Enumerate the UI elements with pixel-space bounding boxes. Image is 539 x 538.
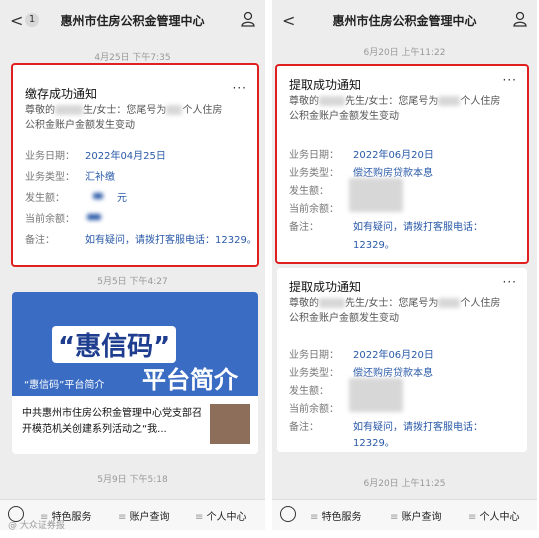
article-item[interactable]: 中共惠州市住房公积金管理中心党支部召开模范机关创建系列活动之“我... <box>12 396 258 454</box>
article-thumbnail <box>210 404 250 444</box>
type-value: 偿还购房贷款本息 <box>353 168 433 179</box>
timestamp: 6月20日 上午11:22 <box>363 48 446 58</box>
timestamp: 5月5日 下午4:27 <box>97 277 168 287</box>
user-icon[interactable] <box>513 11 527 27</box>
remark-value: 如有疑问，请拨打客服电话：12329。 <box>85 235 257 246</box>
withdrawal-notice-card[interactable]: 提取成功通知 ··· 尊敬的 先生/女士：您尾号为 个人住房 公积金账户金额发生变动… <box>277 268 527 452</box>
user-icon[interactable] <box>241 11 255 27</box>
remark-phone: 12329。 <box>353 438 395 449</box>
balance-label: 当前余额： <box>289 204 339 215</box>
date-value: 2022年04月25日 <box>85 151 166 162</box>
page-title: 惠州市住房公积金管理中心 <box>332 14 477 28</box>
remark-label: 备注： <box>289 222 319 233</box>
page-title: 惠州市住房公积金管理中心 <box>60 14 205 28</box>
menu-item-personal[interactable]: 个人中心 <box>195 508 247 523</box>
more-icon[interactable]: ··· <box>503 73 517 87</box>
remark-value: 如有疑问，请拨打客服电话： <box>353 422 483 433</box>
amount-label: 发生额： <box>25 193 65 204</box>
bottom-menu: 特色服务 账户查询 个人中心 <box>272 499 537 530</box>
card-body: 尊敬的 生/女士：您尾号为 个人住房 公积金账户金额发生变动 <box>25 105 223 131</box>
amount-label: 发生额： <box>289 386 329 397</box>
type-label: 业务类型： <box>25 172 75 183</box>
date-value: 2022年06月20日 <box>353 150 434 161</box>
card-body: 尊敬的 先生/女士：您尾号为 个人住房 公积金账户金额发生变动 <box>289 96 501 122</box>
balance-label: 当前余额： <box>289 404 339 415</box>
left-header: < 1 惠州市住房公积金管理中心 <box>0 0 265 40</box>
date-value: 2022年06月20日 <box>353 350 434 361</box>
date-label: 业务日期： <box>289 350 339 361</box>
remark-label: 备注： <box>289 422 319 433</box>
type-label: 业务类型： <box>289 168 339 179</box>
timestamp: 6月20日 上午11:25 <box>363 479 446 489</box>
date-label: 业务日期： <box>25 151 75 162</box>
menu-item-account[interactable]: 账户查询 <box>118 508 170 523</box>
banner-headline: “惠信码” <box>52 326 177 363</box>
menu-item-account[interactable]: 账户查询 <box>390 508 442 523</box>
amount-label: 发生额： <box>289 186 329 197</box>
deposit-notice-card[interactable]: 缴存成功通知 ··· 尊敬的 生/女士：您尾号为 个人住房 公积金账户金额发生变动 … <box>11 63 259 267</box>
timestamp: 5月9日 下午5:18 <box>97 475 168 485</box>
card-title: 提取成功通知 <box>289 78 362 92</box>
banner-subheadline: 平台简介 <box>142 366 238 394</box>
article-title: 中共惠州市住房公积金管理中心党支部召开模范机关创建系列活动之“我... <box>22 408 202 435</box>
more-icon[interactable]: ··· <box>233 81 247 95</box>
remark-label: 备注： <box>25 235 55 246</box>
card-title: 提取成功通知 <box>289 280 362 294</box>
balance-label: 当前余额： <box>25 214 75 225</box>
type-label: 业务类型： <box>289 368 339 379</box>
watermark: @ 大众证券报 <box>8 521 65 531</box>
date-label: 业务日期： <box>289 150 339 161</box>
remark-value: 如有疑问，请拨打客服电话： <box>353 222 483 233</box>
right-screen: < 惠州市住房公积金管理中心 6月20日 上午11:22 提取成功通知 ··· … <box>272 0 537 530</box>
type-value: 偿还购房贷款本息 <box>353 368 433 379</box>
banner-caption: “惠信码”平台简介 <box>24 380 105 391</box>
keyboard-icon[interactable] <box>280 506 296 522</box>
timestamp: 4月25日 下午7:35 <box>94 53 171 63</box>
menu-item-personal[interactable]: 个人中心 <box>468 508 520 523</box>
amount-value: 元 <box>117 193 127 204</box>
menu-item-features[interactable]: 特色服务 <box>310 508 362 523</box>
withdrawal-notice-card[interactable]: 提取成功通知 ··· 尊敬的 先生/女士：您尾号为 个人住房 公积金账户金额发生变动… <box>275 64 529 264</box>
article-banner[interactable]: “惠信码” 平台简介 “惠信码”平台简介 <box>12 292 258 396</box>
remark-phone: 12329。 <box>353 240 395 251</box>
card-body: 尊敬的 先生/女士：您尾号为 个人住房 公积金账户金额发生变动 <box>289 298 501 324</box>
more-icon[interactable]: ··· <box>503 275 517 289</box>
type-value: 汇补缴 <box>85 172 115 183</box>
card-title: 缴存成功通知 <box>25 87 98 101</box>
left-screen: < 1 惠州市住房公积金管理中心 4月25日 下午7:35 缴存成功通知 ···… <box>0 0 265 530</box>
right-header: < 惠州市住房公积金管理中心 <box>272 0 537 40</box>
